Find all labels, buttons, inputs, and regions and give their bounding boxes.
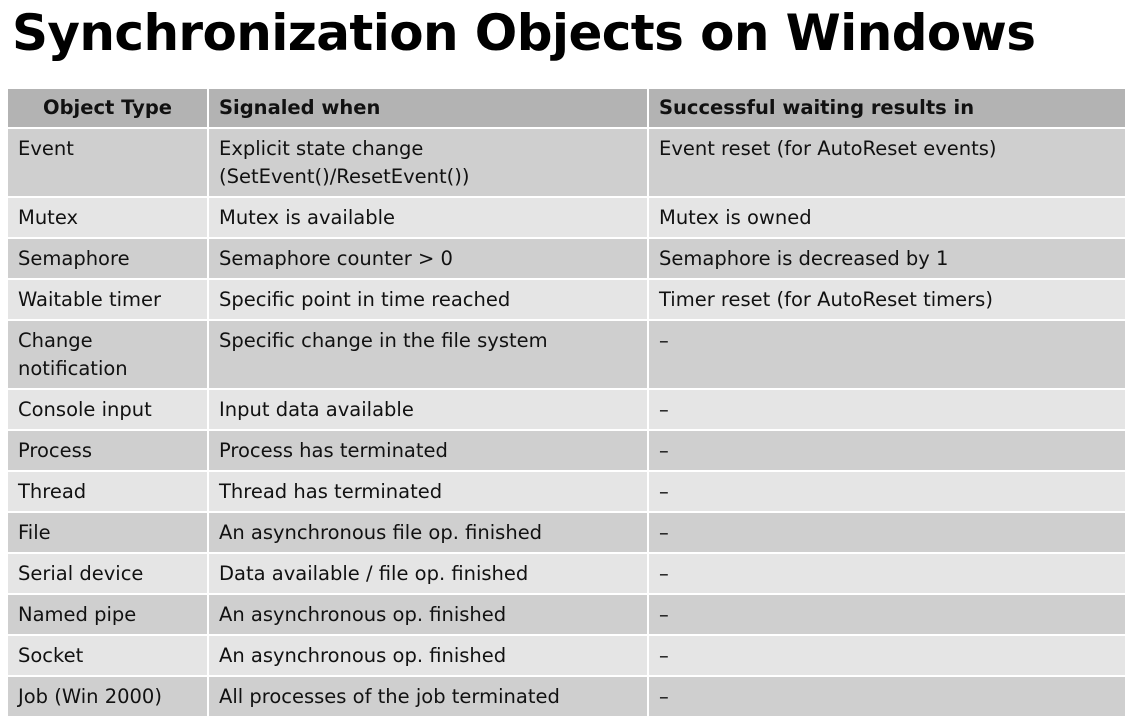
object-type-cell: Named pipe [6,593,209,636]
signaled-when-cell: An asynchronous file op. finished [207,511,649,554]
object-type-cell: Process [6,429,209,472]
table-row: Event Explicit state change (SetEvent()/… [6,127,1127,198]
table-row: Mutex Mutex is available Mutex is owned [6,196,1127,239]
table-row: Semaphore Semaphore counter > 0 Semaphor… [6,237,1127,280]
waiting-result-cell: – [647,634,1127,677]
signaled-when-cell: Explicit state change (SetEvent()/ResetE… [207,127,649,198]
signaled-when-cell: Specific point in time reached [207,278,649,321]
waiting-result-cell: – [647,511,1127,554]
waiting-result-cell: – [647,319,1127,390]
column-header-object-type: Object Type [6,87,209,129]
sync-objects-table: Object Type Signaled when Successful wai… [6,87,1127,718]
column-header-signaled-when: Signaled when [207,87,649,129]
waiting-result-cell: – [647,593,1127,636]
column-header-waiting-result: Successful waiting results in [647,87,1127,129]
table-row: File An asynchronous file op. finished – [6,511,1127,554]
table-row: Job (Win 2000) All processes of the job … [6,675,1127,718]
waiting-result-cell: Timer reset (for AutoReset timers) [647,278,1127,321]
object-type-cell: Socket [6,634,209,677]
signaled-when-cell: Data available / file op. finished [207,552,649,595]
waiting-result-cell: – [647,675,1127,718]
object-type-cell: Console input [6,388,209,431]
signaled-when-cell: An asynchronous op. finished [207,593,649,636]
signaled-when-cell: Mutex is available [207,196,649,239]
table-header-row: Object Type Signaled when Successful wai… [6,87,1127,129]
table-row: Process Process has terminated – [6,429,1127,472]
table-row: Change notification Specific change in t… [6,319,1127,390]
table-row: Named pipe An asynchronous op. finished … [6,593,1127,636]
page-title: Synchronization Objects on Windows [12,4,1036,62]
signaled-when-cell: Specific change in the file system [207,319,649,390]
object-type-cell: Thread [6,470,209,513]
signaled-when-cell: All processes of the job terminated [207,675,649,718]
object-type-cell: File [6,511,209,554]
object-type-cell: Mutex [6,196,209,239]
signaled-when-cell: An asynchronous op. finished [207,634,649,677]
table-row: Socket An asynchronous op. finished – [6,634,1127,677]
waiting-result-cell: Mutex is owned [647,196,1127,239]
signaled-when-cell: Semaphore counter > 0 [207,237,649,280]
table-row: Waitable timer Specific point in time re… [6,278,1127,321]
waiting-result-cell: Semaphore is decreased by 1 [647,237,1127,280]
object-type-cell: Job (Win 2000) [6,675,209,718]
table-row: Serial device Data available / file op. … [6,552,1127,595]
waiting-result-cell: – [647,388,1127,431]
object-type-cell: Serial device [6,552,209,595]
waiting-result-cell: – [647,429,1127,472]
waiting-result-cell: Event reset (for AutoReset events) [647,127,1127,198]
table-row: Console input Input data available – [6,388,1127,431]
signaled-when-cell: Input data available [207,388,649,431]
object-type-cell: Change notification [6,319,209,390]
waiting-result-cell: – [647,552,1127,595]
object-type-cell: Event [6,127,209,198]
object-type-cell: Waitable timer [6,278,209,321]
table-row: Thread Thread has terminated – [6,470,1127,513]
waiting-result-cell: – [647,470,1127,513]
object-type-cell: Semaphore [6,237,209,280]
signaled-when-cell: Process has terminated [207,429,649,472]
signaled-when-cell: Thread has terminated [207,470,649,513]
